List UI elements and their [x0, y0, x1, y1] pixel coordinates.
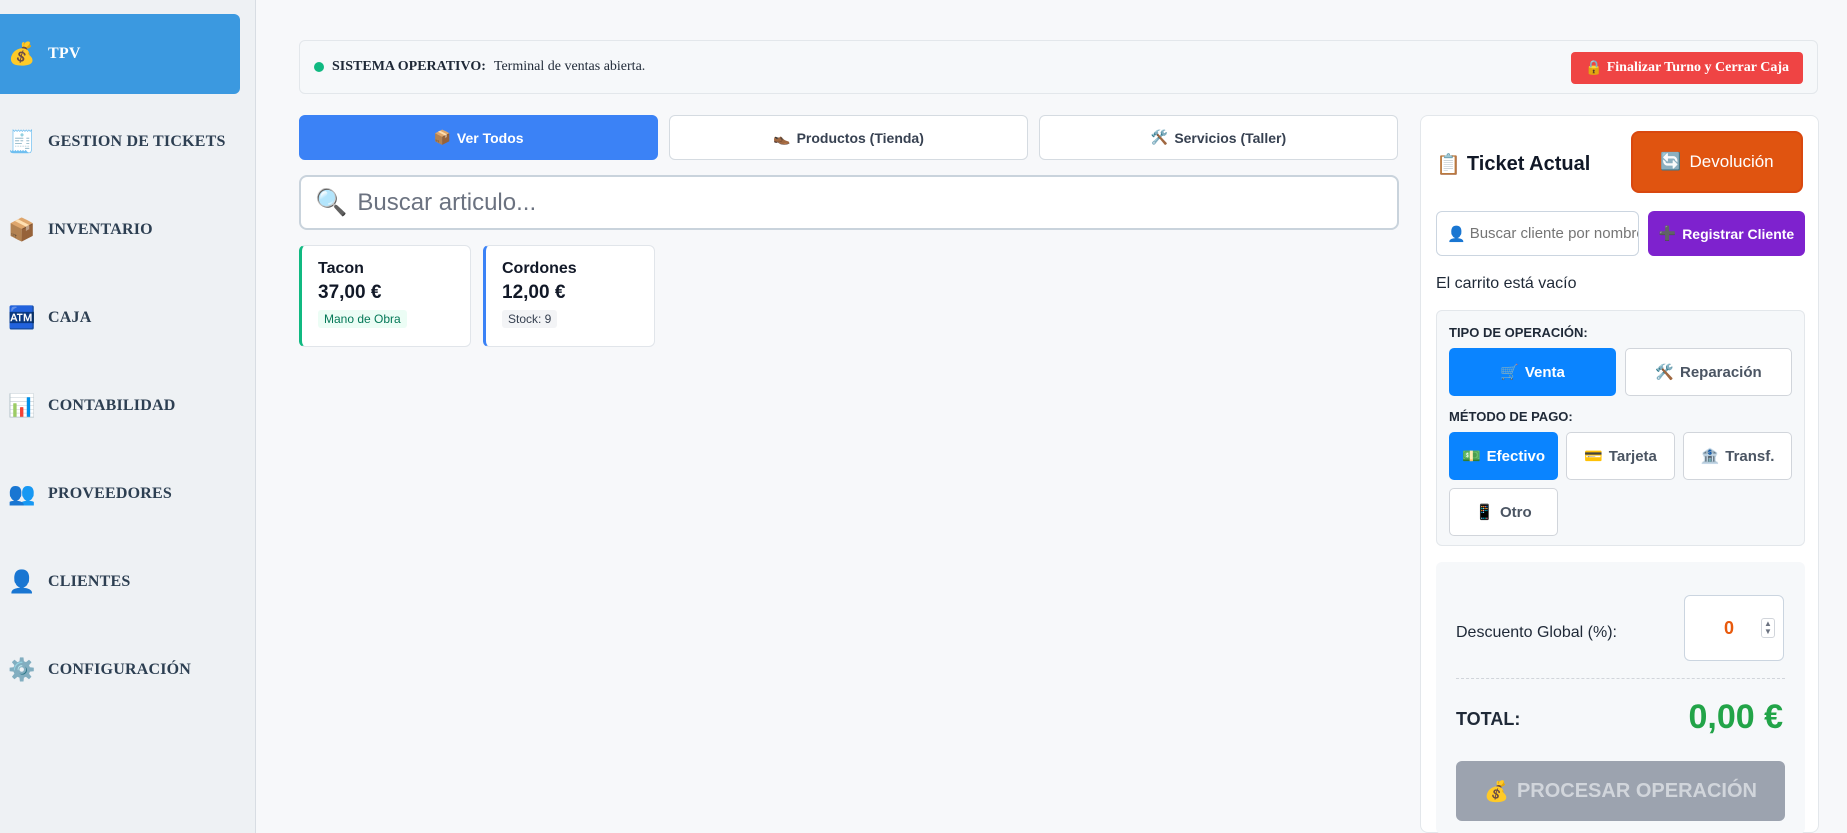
sidebar-item-caja[interactable]: 🏧 CAJA	[0, 278, 240, 358]
tab-label: Productos (Tienda)	[796, 129, 924, 146]
payment-efectivo[interactable]: 💵 Efectivo	[1449, 432, 1558, 480]
return-label: Devolución	[1689, 152, 1774, 171]
sidebar-item-label: CONFIGURACIÓN	[48, 661, 192, 678]
user-icon: 👤	[8, 569, 36, 594]
sidebar-item-label: PROVEEDORES	[48, 485, 172, 502]
status-text: Terminal de ventas abierta.	[493, 59, 646, 74]
clipboard-icon: 📋	[1436, 154, 1461, 176]
lock-icon: 🔒	[1585, 60, 1603, 76]
payment-label: Efectivo	[1486, 447, 1546, 465]
process-label: PROCESAR OPERACIÓN	[1516, 779, 1757, 802]
bar-chart-icon: 📊	[8, 393, 36, 418]
cash-icon: 💵	[1461, 448, 1481, 465]
discount-input[interactable]: 0 ▲ ▼	[1684, 595, 1784, 661]
discount-label: Descuento Global (%):	[1456, 624, 1617, 641]
payment-tarjeta[interactable]: 💳 Tarjeta	[1566, 432, 1675, 480]
ticket-panel: 📋 Ticket Actual 🔄 Devolución 👤 ➕ Registr…	[1420, 115, 1819, 833]
money-bag-icon: 💰	[1484, 780, 1509, 803]
sidebar-item-tpv[interactable]: 💰 TPV	[0, 14, 240, 94]
status-bar: SISTEMA OPERATIVO: Terminal de ventas ab…	[299, 40, 1818, 94]
payment-otro[interactable]: 📱 Otro	[1449, 488, 1558, 536]
search-icon: 🔍	[315, 187, 348, 217]
receipt-icon: 🧾	[8, 129, 36, 154]
process-operation-button[interactable]: 💰 PROCESAR OPERACIÓN	[1456, 761, 1785, 821]
product-card[interactable]: Cordones 12,00 € Stock: 9	[483, 245, 655, 347]
empty-cart-message: El carrito está vacío	[1436, 275, 1577, 292]
bank-icon: 🏦	[1700, 448, 1720, 465]
sidebar-item-label: CLIENTES	[48, 573, 131, 590]
sidebar: 💰 TPV 🧾 GESTION DE TICKETS 📦 INVENTARIO …	[0, 0, 256, 833]
sidebar-item-label: CONTABILIDAD	[48, 397, 176, 414]
tab-label: Ver Todos	[456, 129, 524, 146]
register-client-button[interactable]: ➕ Registrar Cliente	[1648, 211, 1805, 256]
gear-icon: ⚙️	[8, 657, 36, 682]
sidebar-item-proveedores[interactable]: 👥 PROVEEDORES	[0, 454, 240, 534]
op-type-venta[interactable]: 🛒 Venta	[1449, 348, 1616, 396]
status-indicator	[314, 62, 324, 72]
product-tag: Mano de Obra	[318, 310, 407, 328]
tools-icon: 🛠️	[1655, 364, 1674, 381]
payment-method-label: MÉTODO DE PAGO:	[1449, 409, 1573, 424]
tab-ver-todos[interactable]: 📦 Ver Todos	[299, 115, 658, 160]
sidebar-item-label: CAJA	[48, 309, 92, 326]
shoe-icon: 👞	[773, 129, 791, 145]
client-search-input[interactable]	[1469, 225, 1638, 242]
payment-label: Transf.	[1725, 447, 1775, 465]
sidebar-item-configuracion[interactable]: ⚙️ CONFIGURACIÓN	[0, 630, 240, 710]
op-type-label: Reparación	[1679, 363, 1762, 381]
spinner-icon[interactable]: ▲ ▼	[1761, 618, 1775, 638]
sidebar-item-label: GESTION DE TICKETS	[48, 133, 226, 150]
operation-type-label: TIPO DE OPERACIÓN:	[1449, 325, 1588, 340]
cart-icon: 🛒	[1500, 364, 1519, 381]
product-card[interactable]: Tacon 37,00 € Mano de Obra	[299, 245, 471, 347]
product-name: Tacon	[318, 260, 364, 277]
totals-section: Descuento Global (%): 0 ▲ ▼ TOTAL: 0,00 €…	[1436, 562, 1805, 833]
mobile-phone-icon: 📱	[1475, 504, 1494, 521]
product-tag: Stock: 9	[502, 310, 558, 328]
total-value: 0,00 €	[1688, 698, 1783, 736]
op-type-label: Venta	[1524, 363, 1565, 381]
client-search: 👤	[1436, 211, 1639, 256]
tools-icon: 🛠️	[1150, 129, 1169, 145]
payment-label: Tarjeta	[1608, 447, 1657, 465]
sidebar-item-tickets[interactable]: 🧾 GESTION DE TICKETS	[0, 102, 240, 182]
article-search: 🔍	[299, 175, 1399, 230]
search-input[interactable]	[357, 188, 1358, 217]
user-icon: 👤	[1447, 225, 1466, 243]
tab-servicios[interactable]: 🛠️ Servicios (Taller)	[1039, 115, 1398, 160]
product-price: 37,00 €	[318, 282, 382, 303]
discount-value: 0	[1723, 617, 1734, 638]
payment-label: Otro	[1500, 503, 1532, 521]
sidebar-item-contabilidad[interactable]: 📊 CONTABILIDAD	[0, 366, 240, 446]
divider	[1456, 678, 1785, 679]
tab-productos[interactable]: 👞 Productos (Tienda)	[669, 115, 1028, 160]
register-client-label: Registrar Cliente	[1682, 225, 1795, 242]
plus-icon: ➕	[1658, 225, 1677, 241]
payment-transferencia[interactable]: 🏦 Transf.	[1683, 432, 1792, 480]
money-bag-icon: 💰	[8, 41, 36, 66]
sidebar-item-label: INVENTARIO	[48, 221, 153, 238]
sidebar-item-label: TPV	[48, 45, 81, 62]
operation-settings: TIPO DE OPERACIÓN: 🛒 Venta 🛠️ Reparación…	[1436, 310, 1805, 546]
return-button[interactable]: 🔄 Devolución	[1631, 131, 1803, 193]
close-shift-button[interactable]: 🔒 Finalizar Turno y Cerrar Caja	[1571, 52, 1803, 84]
total-label: TOTAL:	[1456, 709, 1521, 729]
sidebar-item-clientes[interactable]: 👤 CLIENTES	[0, 542, 240, 622]
refresh-icon: 🔄	[1660, 152, 1682, 171]
sidebar-item-inventario[interactable]: 📦 INVENTARIO	[0, 190, 240, 270]
ticket-title-label: Ticket Actual	[1466, 153, 1591, 175]
users-icon: 👥	[8, 481, 36, 506]
package-icon: 📦	[8, 217, 36, 242]
product-price: 12,00 €	[502, 282, 566, 303]
product-name: Cordones	[502, 260, 577, 277]
atm-icon: 🏧	[8, 305, 36, 330]
close-shift-label: Finalizar Turno y Cerrar Caja	[1606, 60, 1789, 75]
package-icon: 📦	[433, 129, 451, 145]
op-type-reparacion[interactable]: 🛠️ Reparación	[1625, 348, 1792, 396]
status-title: SISTEMA OPERATIVO:	[332, 59, 486, 74]
ticket-title: 📋 Ticket Actual	[1436, 152, 1590, 177]
credit-card-icon: 💳	[1584, 448, 1603, 465]
tab-label: Servicios (Taller)	[1174, 129, 1287, 146]
